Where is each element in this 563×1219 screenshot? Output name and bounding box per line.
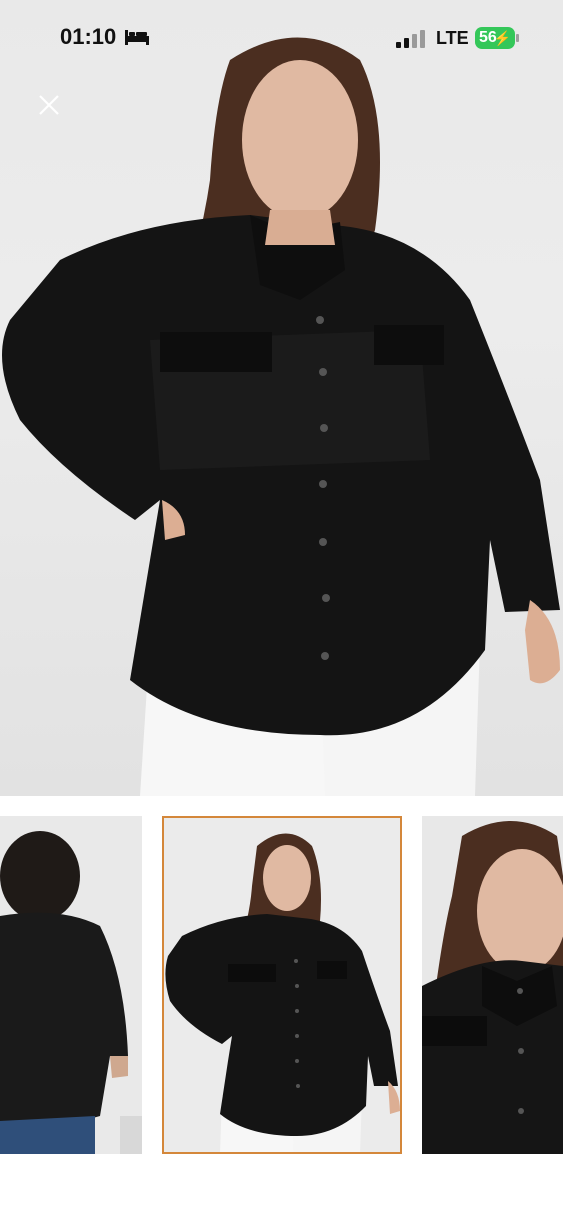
thumbnail-image [162, 816, 402, 1154]
signal-icon [396, 30, 425, 48]
network-type: LTE [436, 28, 469, 48]
battery-icon: 56 ⚡ [475, 27, 515, 49]
bed-icon [125, 30, 149, 45]
thumbnail-image [422, 816, 563, 1154]
close-icon [39, 95, 59, 115]
status-time: 01:10 [60, 24, 117, 49]
thumbnail-strip[interactable] [0, 816, 563, 1156]
status-bar: 01:10 LTE 56 ⚡ [0, 0, 563, 76]
product-main-image[interactable] [0, 0, 563, 796]
thumbnail-image [0, 816, 142, 1154]
thumbnail-front-view[interactable] [162, 816, 402, 1154]
close-button[interactable] [32, 88, 66, 122]
thumbnail-close-up-view[interactable] [422, 816, 563, 1154]
battery-cap [516, 34, 519, 42]
thumbnail-back-view[interactable] [0, 816, 142, 1154]
model-photo [2, 37, 560, 796]
charging-icon: ⚡ [493, 30, 511, 46]
